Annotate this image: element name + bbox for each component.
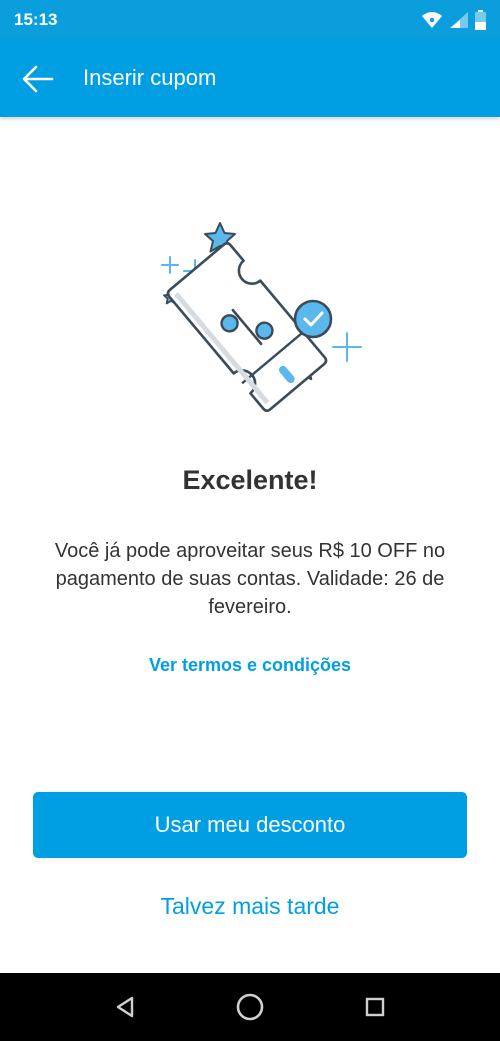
arrow-left-icon	[22, 65, 54, 93]
maybe-later-link[interactable]: Talvez mais tarde	[0, 893, 500, 920]
home-circle-icon	[236, 993, 264, 1021]
signal-icon	[450, 12, 468, 28]
status-icons	[421, 9, 486, 31]
recents-square-icon	[365, 997, 385, 1017]
status-bar: 15:13	[0, 0, 500, 40]
nav-home-button[interactable]	[232, 989, 268, 1025]
back-button[interactable]	[18, 60, 58, 98]
app-bar: Inserir cupom	[0, 40, 500, 117]
nav-recents-button[interactable]	[357, 989, 393, 1025]
status-time: 15:13	[14, 10, 58, 29]
terms-link[interactable]: Ver termos e condições	[0, 655, 500, 676]
coupon-check-illustration	[150, 215, 370, 415]
wifi-icon	[422, 12, 442, 28]
coupon-description: Você já pode aproveitar seus R$ 10 OFF n…	[54, 540, 446, 618]
headline: Excelente!	[182, 465, 318, 495]
system-nav-bar	[0, 973, 500, 1041]
battery-icon	[475, 10, 486, 30]
coupon-illustration-svg	[161, 222, 362, 413]
nav-back-button[interactable]	[107, 989, 143, 1025]
back-triangle-icon	[116, 996, 134, 1018]
use-discount-button[interactable]: Usar meu desconto	[33, 792, 467, 858]
page-title: Inserir cupom	[83, 65, 217, 90]
